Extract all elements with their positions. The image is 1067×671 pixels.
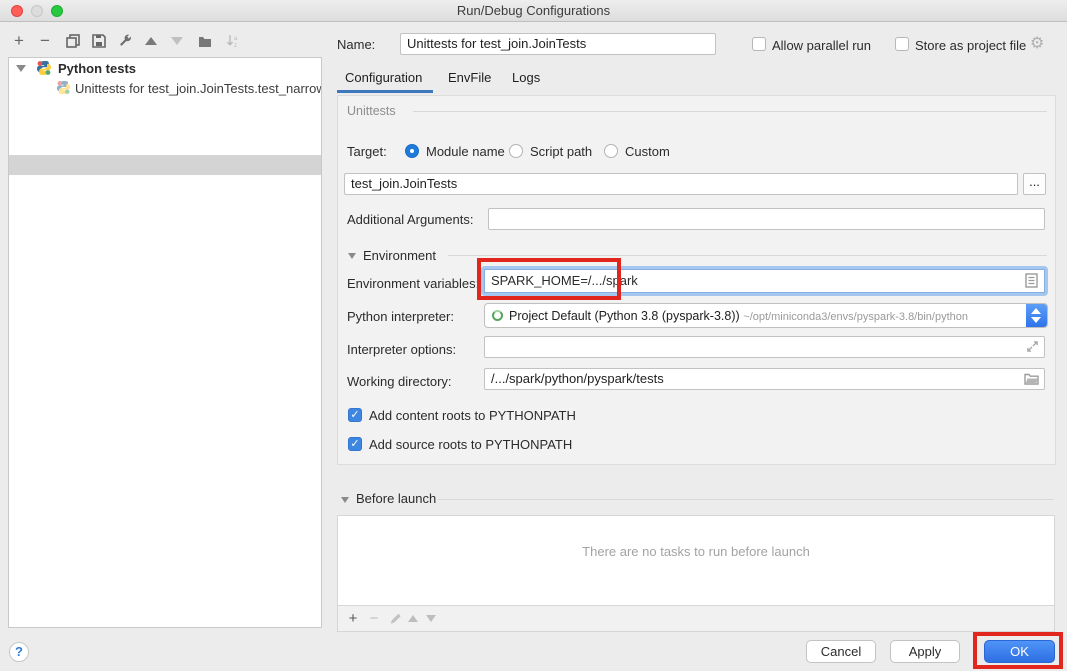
move-task-down-icon: [422, 609, 440, 627]
add-source-roots-label[interactable]: Add source roots to PYTHONPATH: [369, 437, 572, 452]
selected-row-highlight: [9, 155, 321, 175]
browse-target-button[interactable]: ...: [1023, 173, 1046, 195]
add-configuration-icon[interactable]: +: [8, 30, 30, 52]
env-vars-editor-icon[interactable]: [1025, 273, 1038, 288]
before-launch-task-list: There are no tasks to run before launch: [337, 515, 1055, 605]
working-directory-input[interactable]: /.../spark/python/pyspark/tests: [484, 368, 1045, 390]
interpreter-options-input[interactable]: [484, 336, 1045, 358]
before-launch-collapse-icon[interactable]: [341, 497, 349, 503]
add-source-roots-checkbox[interactable]: ✓: [348, 437, 362, 451]
target-script-path-label[interactable]: Script path: [530, 144, 592, 159]
dropdown-arrows-icon[interactable]: [1026, 304, 1047, 327]
additional-arguments-input[interactable]: [488, 208, 1045, 230]
tab-envfile[interactable]: EnvFile: [448, 70, 491, 85]
allow-parallel-run-label[interactable]: Allow parallel run: [772, 38, 871, 53]
tab-configuration[interactable]: Configuration: [345, 70, 422, 85]
configuration-panel: Unittests Target: Module name Script pat…: [337, 95, 1056, 465]
move-down-icon: [166, 30, 188, 52]
tab-logs[interactable]: Logs: [512, 70, 540, 85]
target-custom-radio[interactable]: [604, 144, 618, 158]
sort-configurations-icon: az: [222, 30, 244, 52]
allow-parallel-run-checkbox[interactable]: [752, 37, 766, 51]
window-title: Run/Debug Configurations: [0, 3, 1067, 18]
copy-configuration-icon[interactable]: [62, 30, 84, 52]
annotation-box-env-vars: [477, 258, 621, 300]
svg-text:z: z: [234, 43, 237, 48]
add-content-roots-checkbox[interactable]: ✓: [348, 408, 362, 422]
before-launch-section-label[interactable]: Before launch: [356, 491, 436, 506]
expand-arrow-icon[interactable]: [16, 65, 26, 72]
new-folder-icon[interactable]: [194, 30, 216, 52]
unittests-group-title: Unittests: [347, 104, 396, 118]
interpreter-options-label: Interpreter options:: [347, 342, 456, 357]
remove-task-icon: −: [365, 609, 383, 627]
add-content-roots-label[interactable]: Add content roots to PYTHONPATH: [369, 408, 576, 423]
title-bar: Run/Debug Configurations: [0, 0, 1067, 22]
name-input[interactable]: Unittests for test_join.JoinTests: [400, 33, 716, 55]
browse-folder-icon[interactable]: [1024, 373, 1039, 385]
python-interpreter-label: Python interpreter:: [347, 309, 454, 324]
environment-section-label[interactable]: Environment: [363, 248, 436, 263]
environment-variables-label: Environment variables:: [347, 276, 479, 291]
section-divider: [438, 499, 1054, 500]
edit-task-pencil-icon: [386, 609, 404, 627]
help-button[interactable]: ?: [9, 642, 29, 662]
tree-item-templates[interactable]: Templates: [9, 118, 321, 137]
svg-text:a: a: [234, 36, 238, 42]
interpreter-name: Project Default (Python 3.8 (pyspark-3.8…: [509, 309, 740, 323]
move-up-icon[interactable]: [140, 30, 162, 52]
conda-env-icon: [492, 310, 503, 321]
section-divider: [448, 255, 1047, 256]
configurations-tree: Python tests Unittests for test_join.Joi…: [8, 57, 322, 628]
remove-configuration-icon[interactable]: −: [34, 30, 56, 52]
environment-collapse-icon[interactable]: [348, 253, 356, 259]
annotation-box-ok: [973, 632, 1063, 669]
additional-arguments-label: Additional Arguments:: [347, 212, 473, 227]
target-module-name-radio[interactable]: [405, 144, 419, 158]
target-custom-label[interactable]: Custom: [625, 144, 670, 159]
active-tab-underline: [337, 90, 433, 93]
add-task-icon[interactable]: +: [344, 609, 362, 627]
store-as-project-file-checkbox[interactable]: [895, 37, 909, 51]
python-interpreter-select[interactable]: Project Default (Python 3.8 (pyspark-3.8…: [484, 303, 1048, 328]
interpreter-path: ~/opt/miniconda3/envs/pyspark-3.8/bin/py…: [743, 311, 968, 323]
move-task-up-icon: [404, 609, 422, 627]
target-module-name-label[interactable]: Module name: [426, 144, 505, 159]
cancel-button[interactable]: Cancel: [806, 640, 876, 663]
before-launch-empty-text: There are no tasks to run before launch: [338, 544, 1054, 559]
target-label: Target:: [347, 144, 387, 159]
target-input[interactable]: test_join.JoinTests: [344, 173, 1018, 195]
group-divider: [413, 111, 1047, 112]
tree-item-jointests-selected[interactable]: Unittests for test_join.JoinTests: [9, 98, 321, 117]
name-label: Name:: [337, 37, 375, 52]
target-script-path-radio[interactable]: [509, 144, 523, 158]
working-directory-label: Working directory:: [347, 374, 452, 389]
unittest-config-icon: [56, 80, 72, 96]
before-launch-toolbar: + −: [337, 605, 1055, 632]
expand-field-icon[interactable]: [1026, 340, 1039, 353]
store-as-project-file-label[interactable]: Store as project file: [915, 38, 1026, 53]
tree-item-label: Python tests: [58, 61, 136, 76]
tree-item-label: Unittests for test_join.JoinTests.test_n…: [75, 81, 321, 96]
save-configuration-icon[interactable]: [88, 30, 110, 52]
edit-templates-wrench-icon[interactable]: [114, 30, 136, 52]
tree-item-test-narrow[interactable]: Unittests for test_join.JoinTests.test_n…: [9, 79, 321, 98]
run-debug-configurations-dialog: Run/Debug Configurations + − az: [0, 0, 1067, 671]
tree-item-python-tests[interactable]: Python tests: [9, 59, 321, 78]
apply-button[interactable]: Apply: [890, 640, 960, 663]
store-options-gear-icon[interactable]: ⚙: [1030, 33, 1044, 53]
python-tests-icon: [36, 60, 52, 76]
